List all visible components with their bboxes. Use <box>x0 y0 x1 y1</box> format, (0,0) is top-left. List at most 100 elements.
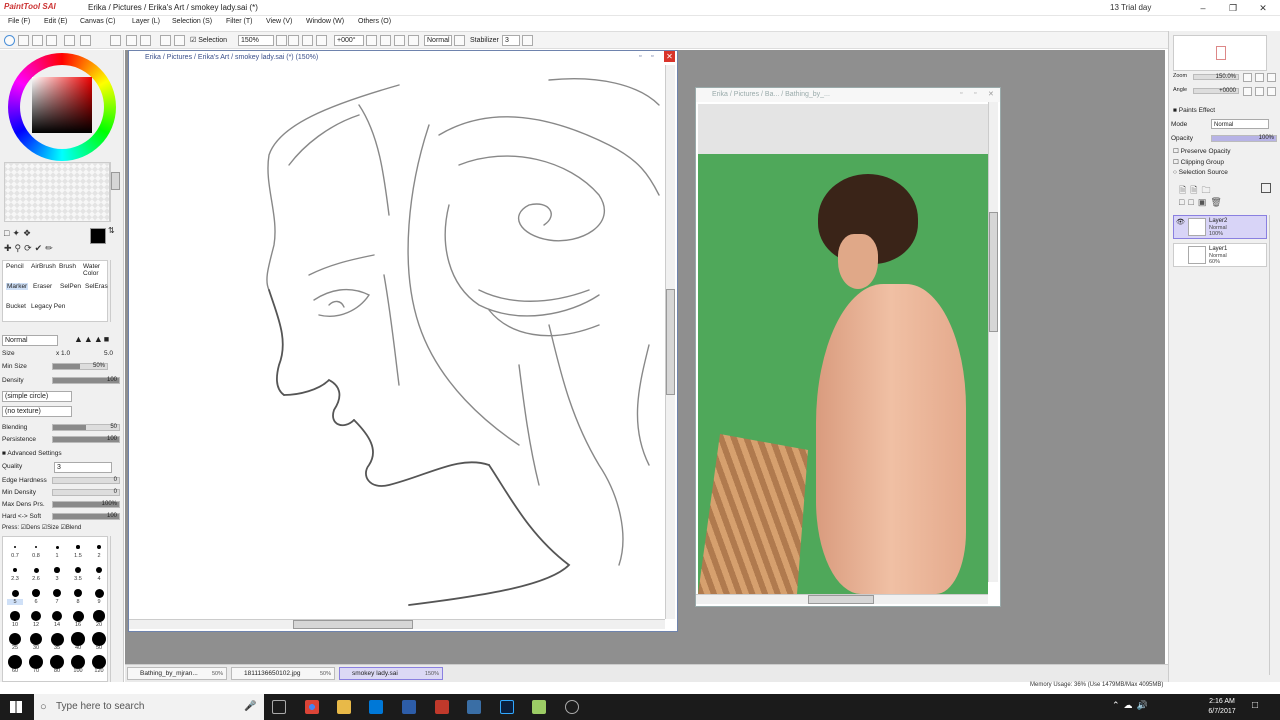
hard-soft-slider[interactable]: 100 <box>52 513 120 520</box>
line-art-canvas[interactable] <box>129 65 667 621</box>
brush-size-dot[interactable] <box>29 655 43 669</box>
notifications-icon[interactable]: □ <box>1252 700 1258 711</box>
tool-marker[interactable]: Marker <box>6 283 29 290</box>
color-saturation-square[interactable] <box>32 77 92 133</box>
brush-size-dot[interactable] <box>76 545 80 549</box>
scratchpad-toggle-icon[interactable] <box>64 35 75 46</box>
brush-size-dot[interactable] <box>92 655 106 669</box>
scratchpad[interactable] <box>4 162 110 222</box>
quality-select[interactable]: 3 <box>54 462 112 473</box>
menu-view[interactable]: View (V) <box>266 18 292 25</box>
start-icon[interactable] <box>10 701 22 713</box>
ref-doc-vscroll[interactable] <box>988 102 998 582</box>
chrome-icon[interactable] <box>305 700 319 714</box>
redo-icon[interactable] <box>140 35 151 46</box>
close-icon[interactable]: ✕ <box>1248 0 1278 16</box>
brush-size-dot[interactable] <box>71 632 85 646</box>
brush-size-dot[interactable] <box>51 610 63 622</box>
persistence-slider[interactable]: 100 <box>52 436 120 443</box>
tool-pencil[interactable]: Pencil <box>6 263 24 270</box>
layer-mode-select[interactable]: Normal <box>1211 119 1269 129</box>
press-size-checkbox[interactable]: Size <box>47 525 59 531</box>
color-palette-toggle-icon[interactable] <box>32 35 43 46</box>
undo-icon[interactable] <box>126 35 137 46</box>
brush-size-dot[interactable] <box>75 567 81 573</box>
app-icon-red[interactable] <box>435 700 449 714</box>
menu-window[interactable]: Window (W) <box>306 18 344 25</box>
tool-legacy-pen[interactable]: Legacy Pen <box>31 303 65 310</box>
layer-list-scrollbar[interactable] <box>1269 215 1279 675</box>
edge-hardness-slider[interactable]: 0 <box>52 477 120 484</box>
menu-selection[interactable]: Selection (S) <box>172 18 212 25</box>
view-tools[interactable]: ✚⚲⟳✔✏ <box>4 243 56 254</box>
swatch-toggle-icon[interactable] <box>46 35 57 46</box>
zoom-field[interactable]: 150% <box>238 35 274 46</box>
color-wheel[interactable] <box>8 53 116 161</box>
taskbar-clock[interactable]: 2:16 AM 6/7/2017 <box>1200 697 1244 717</box>
min-size-slider[interactable]: 50% <box>52 363 108 370</box>
menu-filter[interactable]: Filter (T) <box>226 18 252 25</box>
navigator-viewport[interactable] <box>1216 46 1226 60</box>
zoom-out-icon[interactable] <box>288 35 299 46</box>
selection-checkbox[interactable]: ☑ Selection <box>190 36 227 44</box>
main-doc-vscroll[interactable] <box>665 65 675 619</box>
brush-size-dot[interactable] <box>32 589 40 597</box>
rotate-left-icon[interactable] <box>380 35 391 46</box>
maximize-icon[interactable]: ❐ <box>1218 0 1248 16</box>
selection-source-checkbox[interactable]: ○ Selection Source <box>1173 169 1228 176</box>
nav-zoom-out-icon[interactable] <box>1243 73 1252 82</box>
brush-size-dot[interactable] <box>8 655 22 669</box>
flip-icon[interactable] <box>408 35 419 46</box>
tool-grid-scrollbar[interactable] <box>110 260 120 322</box>
doc-maximize-icon[interactable]: ▫ <box>651 53 653 60</box>
brush-size-dot[interactable] <box>93 610 105 622</box>
brush-size-dot[interactable] <box>50 632 64 646</box>
tab-smokey-lady[interactable]: smokey lady.sai 150% <box>339 667 443 680</box>
paints-effect-toggle[interactable]: ■ Paints Effect <box>1173 107 1215 114</box>
tool-eraser[interactable]: Eraser <box>33 283 52 290</box>
tab-bathing[interactable]: Bathing_by_mjran... 50% <box>127 667 227 680</box>
brush-size-dot[interactable] <box>10 611 20 621</box>
primary-color-swatch[interactable] <box>90 228 106 244</box>
layer-actions-row2[interactable]: □□▣🗑 <box>1179 197 1226 208</box>
brush-size-dot[interactable] <box>53 589 61 597</box>
blending-slider[interactable]: 50 <box>52 424 120 431</box>
ref-close-icon[interactable]: ✕ <box>988 90 994 98</box>
brush-size-dot[interactable] <box>73 588 83 598</box>
nav-tools[interactable]: □✦❖ <box>4 228 34 239</box>
minimize-icon[interactable]: – <box>1188 0 1218 16</box>
menu-canvas[interactable]: Canvas (C) <box>80 18 115 25</box>
brush-size-dot[interactable] <box>71 655 85 669</box>
swap-colors-icon[interactable]: ⇅ <box>108 226 115 235</box>
brush-size-dot[interactable] <box>94 588 104 598</box>
tool-selpen[interactable]: SelPen <box>60 283 81 290</box>
brush-size-dot[interactable] <box>34 545 38 549</box>
nav-zoom-fit-icon[interactable] <box>1267 73 1276 82</box>
layer-item[interactable]: 👁 Layer2 Normal 100% <box>1173 215 1267 239</box>
menu-layer[interactable]: Layer (L) <box>132 18 160 25</box>
mic-icon[interactable]: 🎤 <box>244 694 256 720</box>
nav-rotate-left-icon[interactable] <box>1243 87 1252 96</box>
sai-icon[interactable] <box>532 700 546 714</box>
brush-size-dot[interactable] <box>72 610 84 622</box>
brush-texture-select[interactable]: (no texture) <box>2 406 72 417</box>
layer-visibility-icon[interactable]: 👁 <box>1176 218 1185 226</box>
tool-watercolor[interactable]: Water Color <box>83 263 107 277</box>
menu-others[interactable]: Others (O) <box>358 18 391 25</box>
size-value[interactable]: 5.0 <box>104 350 113 357</box>
brush-size-dot[interactable] <box>11 589 19 597</box>
density-slider[interactable]: 100 <box>52 377 120 384</box>
system-tray-icons[interactable]: ⌃☁🔊 <box>1112 700 1152 711</box>
min-density-slider[interactable]: 0 <box>52 489 120 496</box>
angle-field[interactable]: +000° <box>334 35 364 46</box>
layer-opacity-slider[interactable]: 100% <box>1211 135 1277 142</box>
size-presets-scrollbar[interactable] <box>110 536 120 682</box>
taskbar-search[interactable]: ○ Type here to search 🎤 <box>34 694 264 720</box>
new-layer-set-icon[interactable] <box>1261 183 1271 193</box>
ref-doc-hscroll[interactable] <box>696 594 988 604</box>
brush-size-dot[interactable] <box>29 632 43 646</box>
rotate-right-icon[interactable] <box>394 35 405 46</box>
main-document-title[interactable]: Erika / Pictures / Erika's Art / smokey … <box>129 51 677 65</box>
zoom-in-icon[interactable] <box>302 35 313 46</box>
max-dens-prs-slider[interactable]: 100% <box>52 501 120 508</box>
